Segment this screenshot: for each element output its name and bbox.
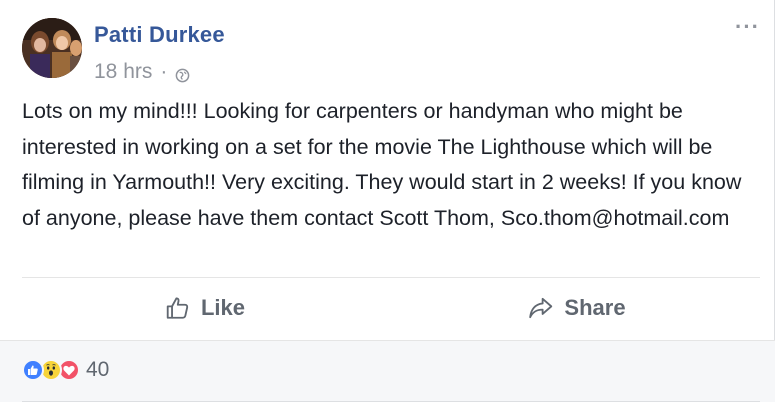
like-button[interactable]: Like (22, 280, 388, 336)
author-avatar[interactable] (22, 18, 82, 78)
more-options-button[interactable]: ··· (735, 16, 760, 38)
like-label: Like (200, 295, 246, 320)
post-text: Lots on my mind!!! Looking for carpenter… (22, 99, 742, 230)
divider (22, 277, 760, 278)
reaction-count[interactable]: 40 (86, 358, 109, 382)
share-label: Share (564, 295, 626, 320)
thumbs-up-icon (166, 297, 189, 319)
post-header: Patti Durkee 18 hrs · ··· (22, 16, 762, 84)
post-actions: Like Share (22, 280, 760, 336)
post-meta: 18 hrs · (94, 60, 190, 84)
share-button[interactable]: Share (394, 280, 760, 336)
meta-separator: · (160, 60, 168, 83)
post-card: Patti Durkee 18 hrs · ··· Lots on my min… (0, 0, 775, 402)
avatar-photo (22, 18, 82, 78)
reactions-summary[interactable]: 40 (22, 358, 109, 382)
like-reaction-icon (22, 359, 44, 381)
share-arrow-icon (529, 297, 553, 319)
globe-icon[interactable] (175, 65, 190, 82)
reactions-bar: 40 (0, 340, 775, 402)
post-timestamp[interactable]: 18 hrs (94, 60, 152, 84)
author-name[interactable]: Patti Durkee (94, 22, 225, 48)
